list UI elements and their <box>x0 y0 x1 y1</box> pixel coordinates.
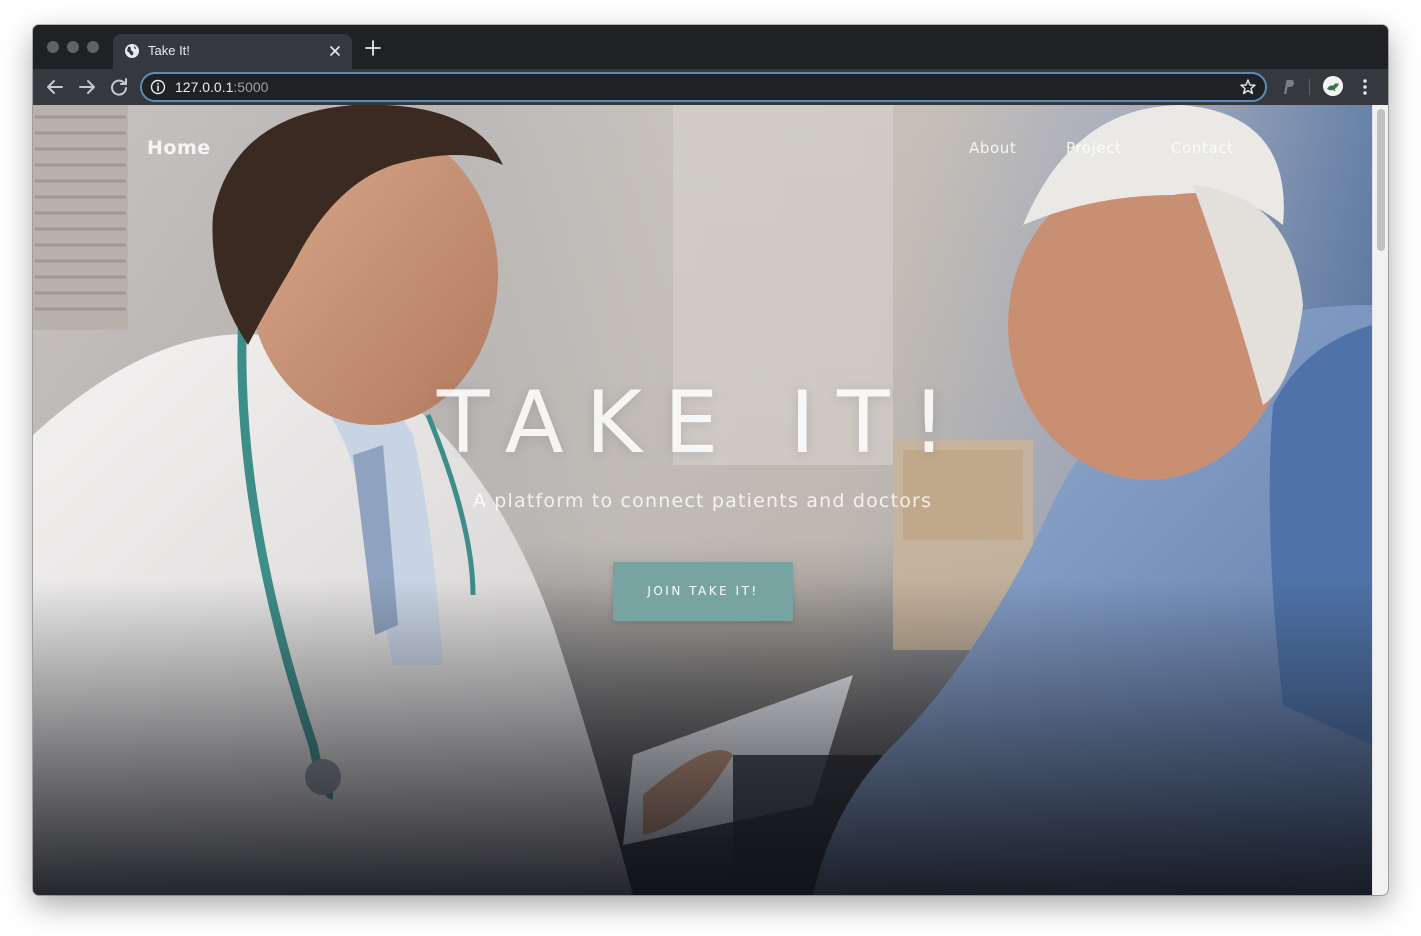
info-icon[interactable] <box>150 79 166 95</box>
brand-home-link[interactable]: Home <box>147 137 211 159</box>
browser-window: Take It! 127.0.0.1:5000 Home About Proje… <box>33 25 1388 895</box>
star-icon[interactable] <box>1239 78 1257 96</box>
hero-title: TAKE IT! <box>436 373 969 473</box>
hero-subtitle: A platform to connect patients and docto… <box>472 490 933 512</box>
address-bar[interactable]: 127.0.0.1:5000 <box>140 72 1267 102</box>
minimize-window-button[interactable] <box>67 41 79 53</box>
nav-link-contact[interactable]: Contact <box>1171 139 1234 157</box>
toolbar-divider <box>1309 79 1310 95</box>
kebab-menu-icon[interactable] <box>1357 77 1373 97</box>
tab-title: Take It! <box>148 43 190 58</box>
reload-icon[interactable] <box>107 75 131 99</box>
page-scrollbar[interactable] <box>1372 105 1388 895</box>
url-text[interactable]: 127.0.0.1:5000 <box>175 79 268 95</box>
close-window-button[interactable] <box>47 41 59 53</box>
nav-link-project[interactable]: Project <box>1066 139 1122 157</box>
avatar-image <box>1323 76 1343 96</box>
extension-p-icon[interactable] <box>1279 78 1297 96</box>
maximize-window-button[interactable] <box>87 41 99 53</box>
tab-strip: Take It! <box>33 25 1388 69</box>
page-viewport: Home About Project Contact TAKE IT! A pl… <box>33 105 1372 895</box>
globe-icon <box>125 44 139 58</box>
forward-arrow-icon[interactable] <box>75 75 99 99</box>
url-port: :5000 <box>233 79 269 95</box>
plus-icon[interactable] <box>364 39 382 57</box>
profile-avatar[interactable] <box>1323 76 1343 96</box>
close-icon[interactable] <box>327 43 343 59</box>
scrollbar-thumb[interactable] <box>1377 109 1385 251</box>
browser-toolbar: 127.0.0.1:5000 <box>33 69 1388 105</box>
url-host: 127.0.0.1 <box>175 79 234 95</box>
back-arrow-icon[interactable] <box>43 75 67 99</box>
nav-link-about[interactable]: About <box>969 139 1016 157</box>
join-take-it-button[interactable]: JOIN TAKE IT! <box>613 562 793 621</box>
tab-take-it[interactable]: Take It! <box>113 34 352 69</box>
